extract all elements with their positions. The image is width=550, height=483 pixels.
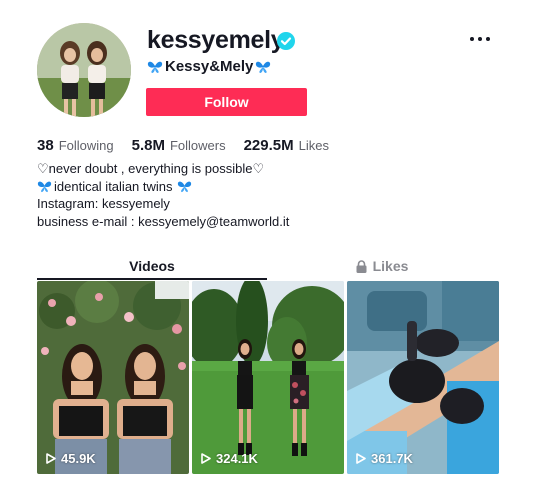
butterfly-icon — [147, 61, 163, 73]
followers-count: 5.8M — [131, 137, 165, 154]
lock-icon — [356, 259, 367, 273]
active-tab-indicator — [37, 278, 267, 280]
tab-videos-label: Videos — [129, 258, 175, 274]
following-count: 38 — [37, 137, 54, 154]
bio-email: business e-mail : kessyemely@teamworld.i… — [37, 213, 290, 229]
following-label: Following — [58, 138, 114, 153]
tab-videos[interactable]: Videos — [37, 252, 267, 280]
followers-label: Followers — [169, 138, 226, 153]
verified-badge-icon — [277, 32, 295, 50]
butterfly-icon — [37, 181, 52, 192]
tab-likes[interactable]: Likes — [267, 252, 497, 280]
likes-label: Likes — [298, 138, 329, 153]
butterfly-icon — [177, 181, 191, 192]
bio-line-twins: identical italian twins — [37, 178, 289, 196]
play-icon — [46, 453, 56, 464]
likes-count: 229.5M — [243, 137, 294, 154]
play-icon — [201, 453, 211, 464]
video-thumbnail-image — [37, 281, 189, 474]
more-dots-icon[interactable] — [470, 32, 490, 46]
view-count: 324.1K — [201, 451, 258, 466]
likes-stat: 229.5M Likes — [244, 137, 329, 154]
dot — [470, 37, 474, 41]
tab-likes-label: Likes — [372, 258, 409, 274]
video-thumbnail[interactable]: 45.9K — [37, 281, 189, 474]
dot — [486, 37, 490, 41]
profile-stats: 38 Following 5.8M Followers 229.5M Likes — [37, 137, 347, 154]
profile-username: kessyemely — [147, 26, 285, 54]
video-thumbnail[interactable]: 324.1K — [192, 281, 344, 474]
view-count: 361.7K — [356, 451, 413, 466]
follow-button[interactable]: Follow — [146, 88, 307, 116]
following-stat[interactable]: 38 Following — [37, 137, 114, 154]
avatar-image — [37, 23, 131, 117]
view-count-text: 45.9K — [61, 451, 96, 466]
nickname-text: Kessy&Mely — [165, 58, 254, 75]
dot — [478, 37, 482, 41]
bio-instagram: Instagram: kessyemely — [37, 196, 170, 211]
view-count-text: 324.1K — [216, 451, 258, 466]
profile-avatar[interactable] — [37, 23, 131, 117]
video-thumbnail-image — [192, 281, 344, 474]
butterfly-icon — [256, 61, 271, 73]
followers-stat[interactable]: 5.8M Followers — [132, 137, 226, 154]
bio-twins-text: identical italian twins — [54, 178, 173, 194]
view-count-text: 361.7K — [371, 451, 413, 466]
profile-bio: ♡never doubt , everything is possible♡ i… — [37, 160, 289, 230]
video-thumbnail[interactable]: 361.7K — [347, 281, 499, 474]
profile-nickname-row: Kessy&Mely — [147, 58, 271, 75]
profile-tabs: Videos Likes — [37, 252, 497, 280]
bio-line: ♡never doubt , everything is possible♡ — [37, 161, 265, 176]
play-icon — [356, 453, 366, 464]
video-grid: 45.9K 324.1K 361.7K — [37, 281, 499, 474]
view-count: 45.9K — [46, 451, 96, 466]
video-thumbnail-image — [347, 281, 499, 474]
